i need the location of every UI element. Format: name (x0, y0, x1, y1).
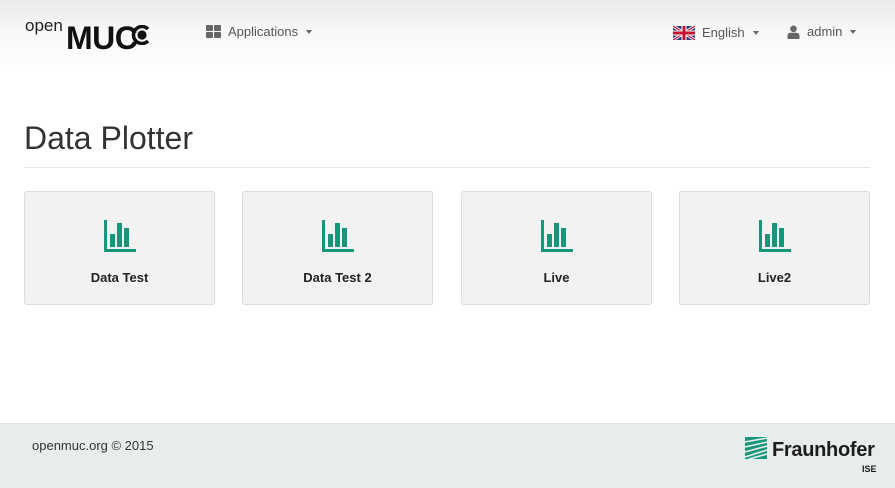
applications-menu[interactable]: Applications (206, 24, 313, 39)
fraunhofer-name: Fraunhofer (772, 439, 875, 461)
footer: openmuc.org © 2015 Fraunhofer ISE (0, 423, 895, 488)
language-menu[interactable]: English (673, 25, 759, 40)
tile-label: Live2 (757, 270, 792, 285)
chevron-down-icon (306, 29, 313, 34)
user-menu[interactable]: admin (787, 24, 857, 39)
navbar: open MUC Applications English admin (0, 0, 895, 72)
uk-flag-icon (673, 25, 695, 40)
bar-chart-icon (104, 220, 136, 252)
chevron-down-icon (850, 29, 857, 34)
fraunhofer-unit: ISE (862, 464, 877, 474)
tile-label: Data Test 2 (303, 270, 372, 285)
bar-chart-icon (322, 220, 354, 252)
plotter-tile-live2[interactable]: Live2 (679, 191, 870, 305)
fraunhofer-logo-icon (745, 437, 767, 459)
bar-chart-icon (759, 220, 791, 252)
grid-icon (206, 25, 221, 38)
page-title: Data Plotter (24, 120, 193, 156)
plotter-tile-live[interactable]: Live (461, 191, 652, 305)
brand-circle-icon (131, 25, 150, 45)
title-divider (24, 167, 870, 168)
brand-prefix: open (25, 16, 63, 35)
footer-copyright: openmuc.org © 2015 (32, 438, 154, 453)
plotter-tile-data-test-2[interactable]: Data Test 2 (242, 191, 433, 305)
bar-chart-icon (541, 220, 573, 252)
tile-label: Data Test (90, 270, 149, 285)
plotter-tile-data-test[interactable]: Data Test (24, 191, 215, 305)
language-label: English (702, 25, 745, 40)
user-label: admin (807, 24, 843, 39)
applications-label: Applications (228, 24, 299, 39)
chevron-down-icon (752, 30, 759, 35)
brand-name: MUC (66, 20, 138, 56)
tile-label: Live (543, 270, 570, 285)
user-icon (787, 25, 800, 39)
